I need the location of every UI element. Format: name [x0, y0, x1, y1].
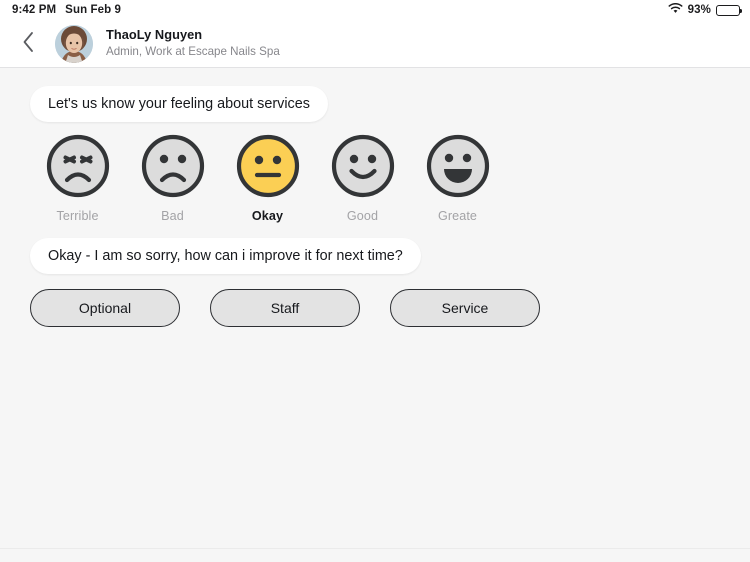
staff-button[interactable]: Staff: [210, 289, 360, 327]
status-bar-left: 9:42 PM Sun Feb 9: [12, 4, 121, 16]
answer-bubble: Okay - I am so sorry, how can i improve …: [30, 238, 421, 274]
answer-text: Okay - I am so sorry, how can i improve …: [48, 248, 403, 264]
bottom-divider: [0, 548, 750, 549]
optional-button[interactable]: Optional: [30, 289, 180, 327]
rating-option-good[interactable]: Good: [315, 133, 410, 223]
rating-option-greate[interactable]: Greate: [410, 133, 505, 223]
face-terrible-icon: [45, 133, 111, 199]
status-bar: 9:42 PM Sun Feb 9 93%: [0, 0, 750, 20]
status-bar-right: 93%: [668, 2, 743, 17]
rating-label: Greate: [437, 209, 478, 223]
battery-icon: [716, 4, 743, 16]
profile-header: ThaoLy Nguyen Admin, Work at Escape Nail…: [0, 20, 750, 68]
status-time: 9:42 PM: [12, 4, 57, 16]
rating-option-okay[interactable]: Okay: [220, 133, 315, 223]
face-bad-icon: [140, 133, 206, 199]
rating-label: Okay: [251, 209, 284, 223]
action-buttons: Optional Staff Service: [30, 289, 540, 327]
rating-option-terrible[interactable]: Terrible: [30, 133, 125, 223]
back-button[interactable]: [22, 29, 48, 59]
wifi-icon: [668, 2, 683, 17]
profile-info: ThaoLy Nguyen Admin, Work at Escape Nail…: [106, 27, 280, 59]
face-okay-icon: [235, 133, 301, 199]
rating-label: Terrible: [56, 209, 99, 223]
rating-option-bad[interactable]: Bad: [125, 133, 220, 223]
avatar[interactable]: [55, 24, 93, 63]
question-bubble: Let's us know your feeling about service…: [30, 86, 328, 122]
rating-label: Bad: [161, 209, 184, 223]
question-text: Let's us know your feeling about service…: [48, 96, 310, 112]
battery-percent: 93%: [687, 4, 711, 16]
status-date: Sun Feb 9: [65, 4, 122, 16]
app-screen: 9:42 PM Sun Feb 9 93% ThaoLy Nguyen Admi…: [0, 0, 750, 562]
service-button[interactable]: Service: [390, 289, 540, 327]
chevron-left-icon: [22, 31, 35, 56]
profile-name: ThaoLy Nguyen: [106, 27, 203, 43]
rating-scale: Terrible Bad Okay Good Greate: [30, 133, 505, 223]
profile-subtitle: Admin, Work at Escape Nails Spa: [106, 45, 280, 59]
face-good-icon: [330, 133, 396, 199]
face-great-icon: [425, 133, 491, 199]
rating-label: Good: [346, 209, 379, 223]
